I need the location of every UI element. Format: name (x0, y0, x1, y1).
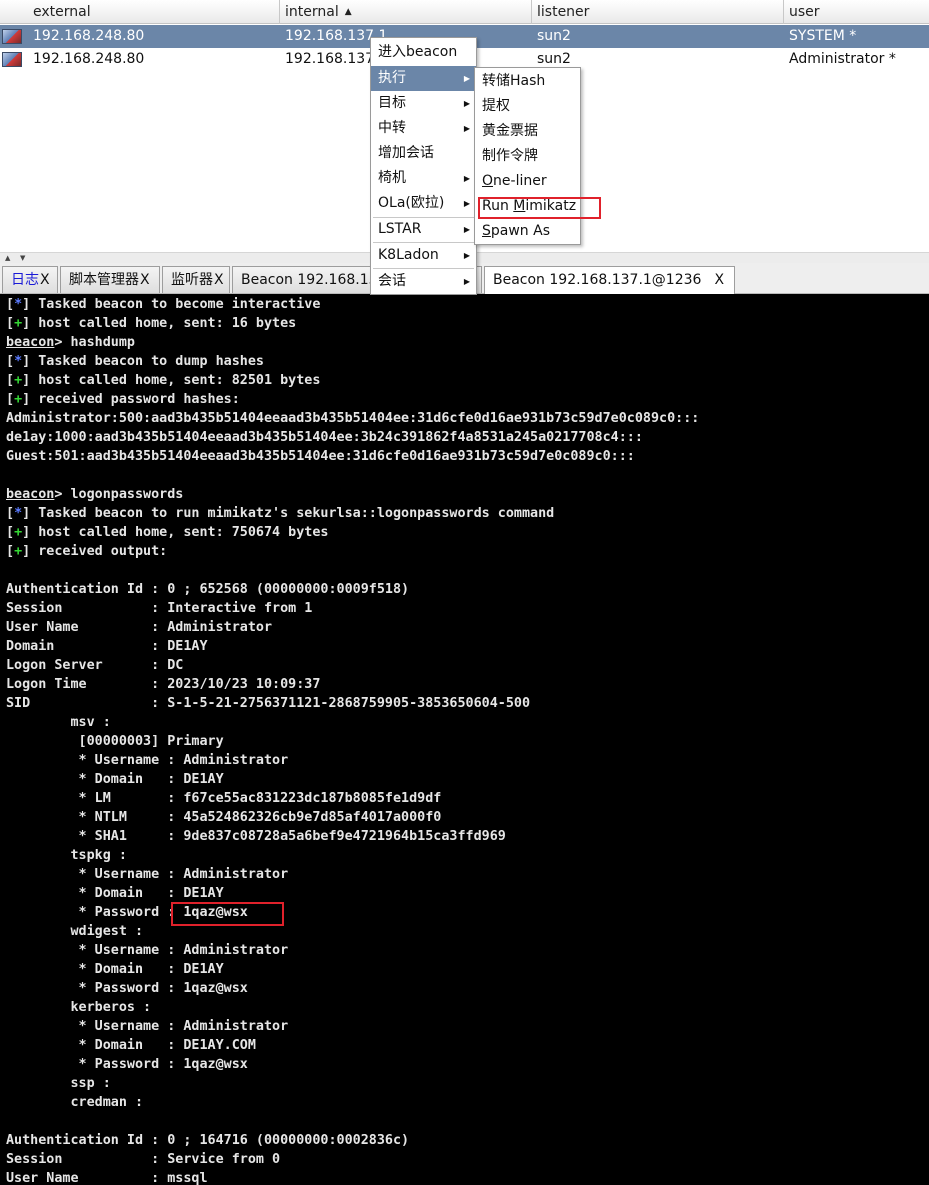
console-line: * Username : Administrator (6, 943, 289, 958)
column-header-listener[interactable]: listener (532, 0, 784, 24)
console-line: * Password : 1qaz@wsx (6, 1057, 248, 1072)
tab-close-icon[interactable]: X (40, 272, 50, 288)
menu-item-target[interactable]: 目标 ▶ (371, 91, 476, 116)
console-line: * Username : Administrator (6, 867, 289, 882)
highlight-run-mimikatz (478, 197, 601, 219)
tab-log[interactable]: 日志X (2, 266, 58, 293)
menu-item-lstar[interactable]: LSTAR ▶ (371, 217, 476, 242)
console-line: [+] host called home, sent: 82501 bytes (6, 373, 321, 388)
menu-item-session[interactable]: 会话 ▶ (371, 269, 476, 294)
column-header-internal[interactable]: internal ▲ (280, 0, 532, 24)
console-line: Guest:501:aad3b435b51404eeaad3b435b51404… (6, 449, 635, 464)
cell-external: 192.168.248.80 (33, 51, 145, 67)
console-line: [+] host called home, sent: 750674 bytes (6, 525, 329, 540)
console-line: kerberos : (6, 1000, 152, 1015)
submenu-arrow-icon: ▶ (463, 74, 470, 83)
console-line: Domain : DE1AY (6, 639, 208, 654)
tab-close-icon[interactable]: X (714, 272, 724, 288)
console-line: Logon Server : DC (6, 658, 184, 673)
menu-item-pivot[interactable]: 中转 ▶ (371, 116, 476, 141)
console-line: Administrator:500:aad3b435b51404eeaad3b4… (6, 411, 700, 426)
submenu-arrow-icon: ▶ (463, 174, 470, 183)
console-line: de1ay:1000:aad3b435b51404eeaad3b435b5140… (6, 430, 643, 445)
collapse-down-icon[interactable]: ▼ (20, 253, 25, 263)
column-header-external[interactable]: external (0, 0, 280, 24)
console-line: * LM : f67ce55ac831223dc187b8085fe1d9df (6, 791, 442, 806)
tab-script-manager[interactable]: 脚本管理器X (60, 266, 160, 293)
console-line: Authentication Id : 0 ; 164716 (00000000… (6, 1133, 410, 1148)
column-header-user[interactable]: user (784, 0, 929, 24)
session-context-menu: 进入beacon 执行 ▶ 目标 ▶ 中转 ▶ 增加会话 椅机 ▶ OLa(欧拉) ▶ L… (370, 37, 477, 295)
menu-item-spawn-session[interactable]: 增加会话 (371, 141, 476, 166)
console-line: tspkg : (6, 848, 127, 863)
console-line: beacon> hashdump (6, 335, 135, 350)
beacon-prompt: beacon (6, 487, 55, 502)
console-line: beacon> logonpasswords (6, 487, 184, 502)
cell-user: SYSTEM * (789, 28, 857, 44)
cell-listener: sun2 (537, 28, 571, 44)
console-line: [+] received password hashes: (6, 392, 240, 407)
collapse-up-icon[interactable]: ▲ (5, 253, 10, 263)
submenu-arrow-icon: ▶ (463, 199, 470, 208)
beacon-session-icon (2, 29, 22, 44)
beacon-session-icon (2, 52, 22, 67)
sort-ascending-icon: ▲ (344, 7, 352, 17)
menu-item-execute[interactable]: 执行 ▶ (371, 66, 476, 91)
menu-item-k8ladon[interactable]: K8Ladon ▶ (371, 243, 476, 268)
menu-item-golden-ticket[interactable]: 黄金票据 (475, 119, 580, 144)
console-line: ssp : (6, 1076, 111, 1091)
tab-close-icon[interactable]: X (214, 272, 224, 288)
submenu-arrow-icon: ▶ (463, 124, 470, 133)
console-line: User Name : mssql (6, 1171, 208, 1185)
menu-item-ola[interactable]: OLa(欧拉) ▶ (371, 191, 476, 216)
console-line: SID : S-1-5-21-2756371121-2868759905-385… (6, 696, 531, 711)
console-line: [00000003] Primary (6, 734, 224, 749)
highlight-password (171, 902, 284, 926)
console-line: wdigest : (6, 924, 144, 939)
console-line: [*] Tasked beacon to dump hashes (6, 354, 264, 369)
tab-close-icon[interactable]: X (140, 272, 150, 288)
submenu-arrow-icon: ▶ (463, 225, 470, 234)
console-line: [*] Tasked beacon to become interactive (6, 297, 321, 312)
cell-user: Administrator * (789, 51, 896, 67)
console-line: Logon Time : 2023/10/23 10:09:37 (6, 677, 321, 692)
beacon-prompt: beacon (6, 335, 55, 350)
submenu-arrow-icon: ▶ (463, 251, 470, 260)
menu-item-interact[interactable]: 进入beacon (371, 40, 476, 65)
console-line: [*] Tasked beacon to run mimikatz's seku… (6, 506, 555, 521)
console-line: [+] host called home, sent: 16 bytes (6, 316, 297, 331)
submenu-arrow-icon: ▶ (463, 99, 470, 108)
console-line: * Password : 1qaz@wsx (6, 981, 248, 996)
console-line: * Domain : DE1AY (6, 886, 224, 901)
console-line: * SHA1 : 9de837c08728a5a6bef9e4721964b15… (6, 829, 506, 844)
console-line: * NTLM : 45a524862326cb9e7d85af4017a000f… (6, 810, 442, 825)
menu-item-elevate[interactable]: 提权 (475, 94, 580, 119)
console-line: * Domain : DE1AY (6, 962, 224, 977)
console-line: [+] received output: (6, 544, 168, 559)
console-line: * Username : Administrator (6, 1019, 289, 1034)
menu-item-make-token[interactable]: 制作令牌 (475, 144, 580, 169)
console-line: * Username : Administrator (6, 753, 289, 768)
tab-beacon-1236[interactable]: Beacon 192.168.137.1@1236 X (484, 266, 735, 294)
console-line: Session : Service from 0 (6, 1152, 281, 1167)
submenu-arrow-icon: ▶ (463, 277, 470, 286)
tab-listeners[interactable]: 监听器X (162, 266, 230, 293)
menu-item-dump-hashes[interactable]: 转储Hash (475, 69, 580, 94)
menu-item-spawn-as[interactable]: Spawn As (475, 219, 580, 244)
menu-item-zombie[interactable]: 椅机 ▶ (371, 166, 476, 191)
beacon-console[interactable]: [*] Tasked beacon to become interactive [… (0, 294, 929, 1185)
table-header: external internal ▲ listener user (0, 0, 929, 24)
console-line: * Domain : DE1AY.COM (6, 1038, 256, 1053)
console-line: Session : Interactive from 1 (6, 601, 313, 616)
cell-external: 192.168.248.80 (33, 28, 145, 44)
console-line: Authentication Id : 0 ; 652568 (00000000… (6, 582, 410, 597)
console-line: User Name : Administrator (6, 620, 273, 635)
console-line: msv : (6, 715, 111, 730)
menu-item-one-liner[interactable]: One-liner (475, 169, 580, 194)
console-line: credman : (6, 1095, 144, 1110)
console-line: * Domain : DE1AY (6, 772, 224, 787)
